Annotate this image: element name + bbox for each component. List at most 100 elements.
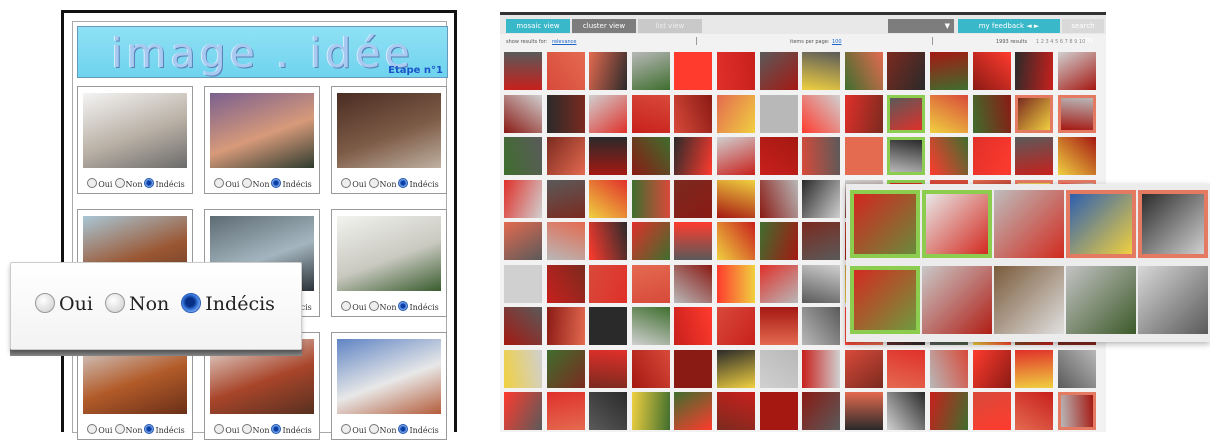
radio-non[interactable] <box>368 178 379 188</box>
radio-indecis[interactable] <box>144 424 155 434</box>
thumbnail-cell[interactable] <box>760 52 798 90</box>
thumbnail-cell[interactable] <box>717 52 755 90</box>
thumbnail-cell[interactable] <box>632 137 670 175</box>
thumbnail-cell[interactable] <box>632 52 670 90</box>
thumbnail-cell[interactable] <box>547 350 585 388</box>
thumbnail-cell[interactable] <box>504 307 542 345</box>
thumbnail-cell[interactable] <box>1015 137 1053 175</box>
thumbnail-cell[interactable] <box>504 350 542 388</box>
radio-non-zoom[interactable] <box>104 293 125 313</box>
thumbnail-cell[interactable] <box>547 95 585 133</box>
thumbnail-cell[interactable] <box>674 392 712 430</box>
thumbnail-cell[interactable] <box>760 392 798 430</box>
thumbnail-cell[interactable] <box>1015 52 1053 90</box>
radio-indecis[interactable] <box>398 424 409 434</box>
pagination[interactable]: 1 2 3 4 5 6 7 8 9 10 <box>1036 39 1085 45</box>
thumbnail-cell[interactable] <box>547 392 585 430</box>
thumbnail-cell[interactable] <box>674 180 712 218</box>
thumbnail-cell[interactable] <box>1058 52 1096 90</box>
thumbnail-cell[interactable] <box>589 180 627 218</box>
thumbnail-cell[interactable] <box>973 95 1011 133</box>
thumbnail-cell[interactable] <box>802 222 840 260</box>
thumbnail-cell[interactable] <box>632 307 670 345</box>
thumbnail-cell[interactable] <box>504 95 542 133</box>
thumbnail-cell[interactable] <box>632 350 670 388</box>
radio-indecis[interactable] <box>398 178 409 188</box>
thumbnail-cell[interactable] <box>802 265 840 303</box>
zoomed-thumbnail[interactable] <box>1066 266 1136 334</box>
thumbnail-cell[interactable] <box>973 52 1011 90</box>
thumbnail-cell[interactable] <box>930 95 968 133</box>
thumbnail-cell[interactable] <box>760 137 798 175</box>
thumbnail-cell[interactable] <box>674 307 712 345</box>
thumbnail-cell[interactable] <box>760 265 798 303</box>
radio-indecis[interactable] <box>271 178 282 188</box>
radio-oui[interactable] <box>87 178 98 188</box>
tab-mosaic-view[interactable]: mosaic view <box>506 19 570 33</box>
thumbnail-cell[interactable] <box>845 95 883 133</box>
thumbnail-cell[interactable] <box>760 222 798 260</box>
thumbnail-cell[interactable] <box>1058 350 1096 388</box>
zoomed-thumbnail[interactable] <box>922 190 992 258</box>
radio-non[interactable] <box>114 178 125 188</box>
thumbnail-cell[interactable] <box>547 222 585 260</box>
radio-oui[interactable] <box>341 424 352 434</box>
thumbnail-cell[interactable] <box>802 392 840 430</box>
thumbnail-cell[interactable] <box>1015 95 1053 133</box>
thumbnail-cell[interactable] <box>547 52 585 90</box>
thumbnail-cell[interactable] <box>717 392 755 430</box>
thumbnail-cell[interactable] <box>802 307 840 345</box>
zoomed-thumbnail[interactable] <box>994 266 1064 334</box>
thumbnail-cell[interactable] <box>760 95 798 133</box>
radio-oui[interactable] <box>341 301 352 311</box>
thumbnail-cell[interactable] <box>1058 137 1096 175</box>
thumbnail-cell[interactable] <box>930 392 968 430</box>
radio-non[interactable] <box>241 178 252 188</box>
thumbnail-cell[interactable] <box>717 137 755 175</box>
thumbnail-cell[interactable] <box>760 307 798 345</box>
thumbnail-cell[interactable] <box>930 350 968 388</box>
thumbnail-cell[interactable] <box>1058 95 1096 133</box>
show-results-link[interactable]: relevance <box>552 39 577 45</box>
thumbnail-cell[interactable] <box>845 392 883 430</box>
zoomed-thumbnail[interactable] <box>1138 266 1208 334</box>
zoomed-thumbnail[interactable] <box>922 266 992 334</box>
radio-non[interactable] <box>241 424 252 434</box>
thumbnail-cell[interactable] <box>674 95 712 133</box>
thumbnail-cell[interactable] <box>674 222 712 260</box>
thumbnail-cell[interactable] <box>973 350 1011 388</box>
thumbnail-cell[interactable] <box>717 350 755 388</box>
radio-non[interactable] <box>368 301 379 311</box>
zoomed-thumbnail[interactable] <box>850 266 920 334</box>
thumbnail-cell[interactable] <box>760 180 798 218</box>
search-input[interactable]: search terms <box>1062 19 1104 44</box>
zoomed-thumbnail[interactable] <box>850 190 920 258</box>
thumbnail-cell[interactable] <box>674 265 712 303</box>
radio-non[interactable] <box>368 424 379 434</box>
thumbnail-cell[interactable] <box>717 95 755 133</box>
thumbnail-cell[interactable] <box>845 350 883 388</box>
thumbnail-cell[interactable] <box>717 180 755 218</box>
thumbnail-cell[interactable] <box>717 265 755 303</box>
thumbnail-cell[interactable] <box>547 265 585 303</box>
radio-indecis[interactable] <box>144 178 155 188</box>
thumbnail-cell[interactable] <box>887 95 925 133</box>
thumbnail-cell[interactable] <box>717 222 755 260</box>
thumbnail-cell[interactable] <box>887 137 925 175</box>
thumbnail-cell[interactable] <box>589 392 627 430</box>
thumbnail-cell[interactable] <box>973 137 1011 175</box>
thumbnail-cell[interactable] <box>547 307 585 345</box>
thumbnail-cell[interactable] <box>632 222 670 260</box>
radio-oui[interactable] <box>214 424 225 434</box>
thumbnail-cell[interactable] <box>632 95 670 133</box>
thumbnail-cell[interactable] <box>632 392 670 430</box>
thumbnail-cell[interactable] <box>504 222 542 260</box>
thumbnail-cell[interactable] <box>589 265 627 303</box>
thumbnail-cell[interactable] <box>1015 350 1053 388</box>
items-per-page-link[interactable]: 100 <box>832 39 842 45</box>
zoomed-thumbnail[interactable] <box>994 190 1064 258</box>
thumbnail-cell[interactable] <box>504 137 542 175</box>
thumbnail-cell[interactable] <box>632 265 670 303</box>
thumbnail-cell[interactable] <box>504 180 542 218</box>
thumbnail-cell[interactable] <box>1058 392 1096 430</box>
